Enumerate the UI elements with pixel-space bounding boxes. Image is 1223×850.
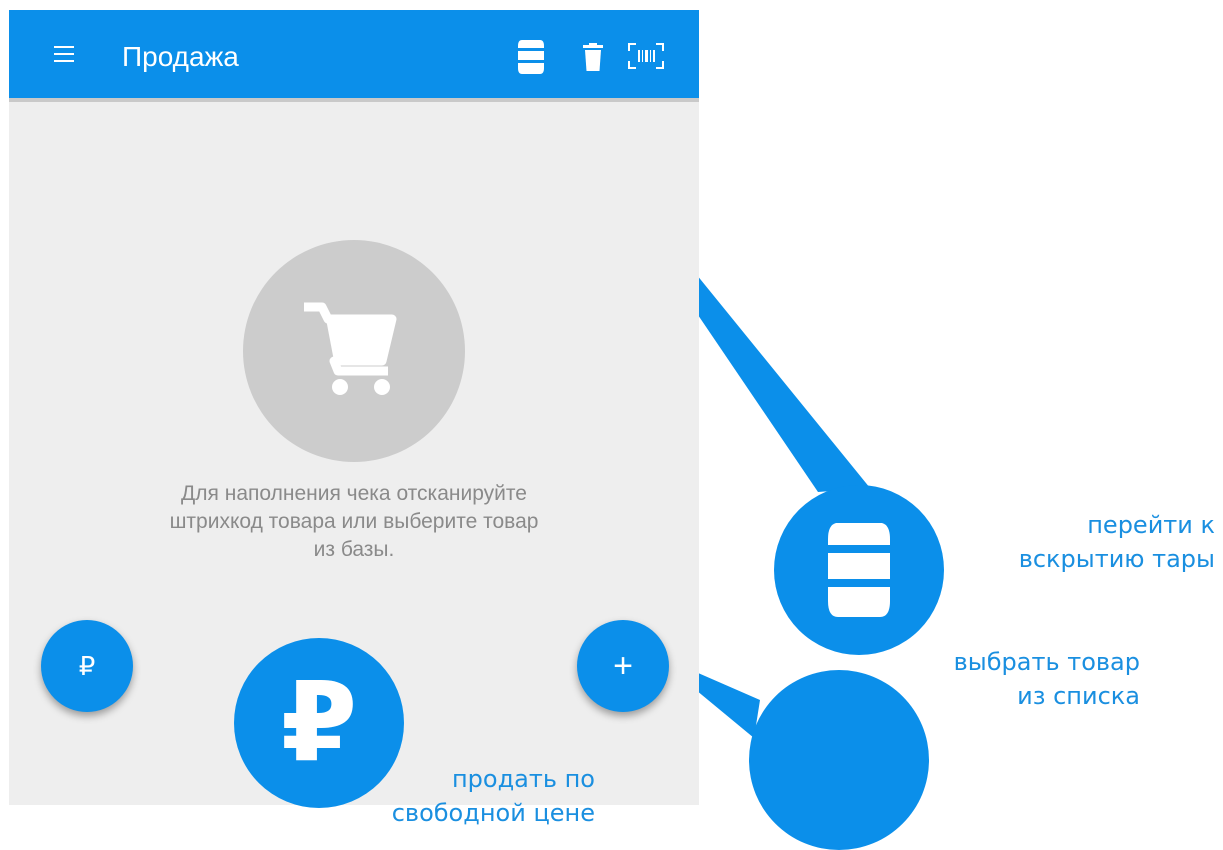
page-title: Продажа	[122, 41, 239, 72]
annotation-line: выбрать товар	[953, 648, 1140, 676]
annotation-line: перейти к	[1087, 511, 1215, 539]
empty-message-line: из базы.	[313, 538, 395, 561]
empty-message-line: штрихкод товара или выберите товар	[169, 510, 539, 533]
annotation-line: свободной цене	[391, 799, 595, 827]
keg-callout-bubble	[774, 485, 944, 655]
add-product-fab[interactable]: +	[577, 620, 669, 712]
keg-annotation: перейти к вскрытию тары	[960, 508, 1215, 576]
shopping-cart-icon	[304, 302, 397, 395]
annotation-line: из списка	[1017, 682, 1140, 710]
app-bar: Продажа	[9, 10, 699, 102]
ruble-icon: ₽	[78, 651, 96, 681]
empty-cart-circle	[243, 240, 465, 462]
annotation-line: вскрытию тары	[1018, 545, 1215, 573]
free-price-fab[interactable]: ₽	[41, 620, 133, 712]
barcode-scan-icon[interactable]	[628, 43, 664, 69]
annotation-line: продать по	[451, 765, 595, 793]
keg-icon	[828, 523, 890, 617]
add-annotation: выбрать товар из списка	[900, 645, 1140, 713]
empty-state-message: Для наполнения чека отсканируйте штрихко…	[69, 480, 639, 564]
price-annotation: продать по свободной цене	[325, 762, 595, 830]
plus-icon: +	[613, 647, 633, 685]
trash-icon[interactable]	[583, 43, 603, 71]
keg-icon[interactable]	[517, 38, 545, 76]
menu-icon[interactable]	[54, 46, 74, 62]
empty-message-line: Для наполнения чека отсканируйте	[181, 482, 527, 505]
